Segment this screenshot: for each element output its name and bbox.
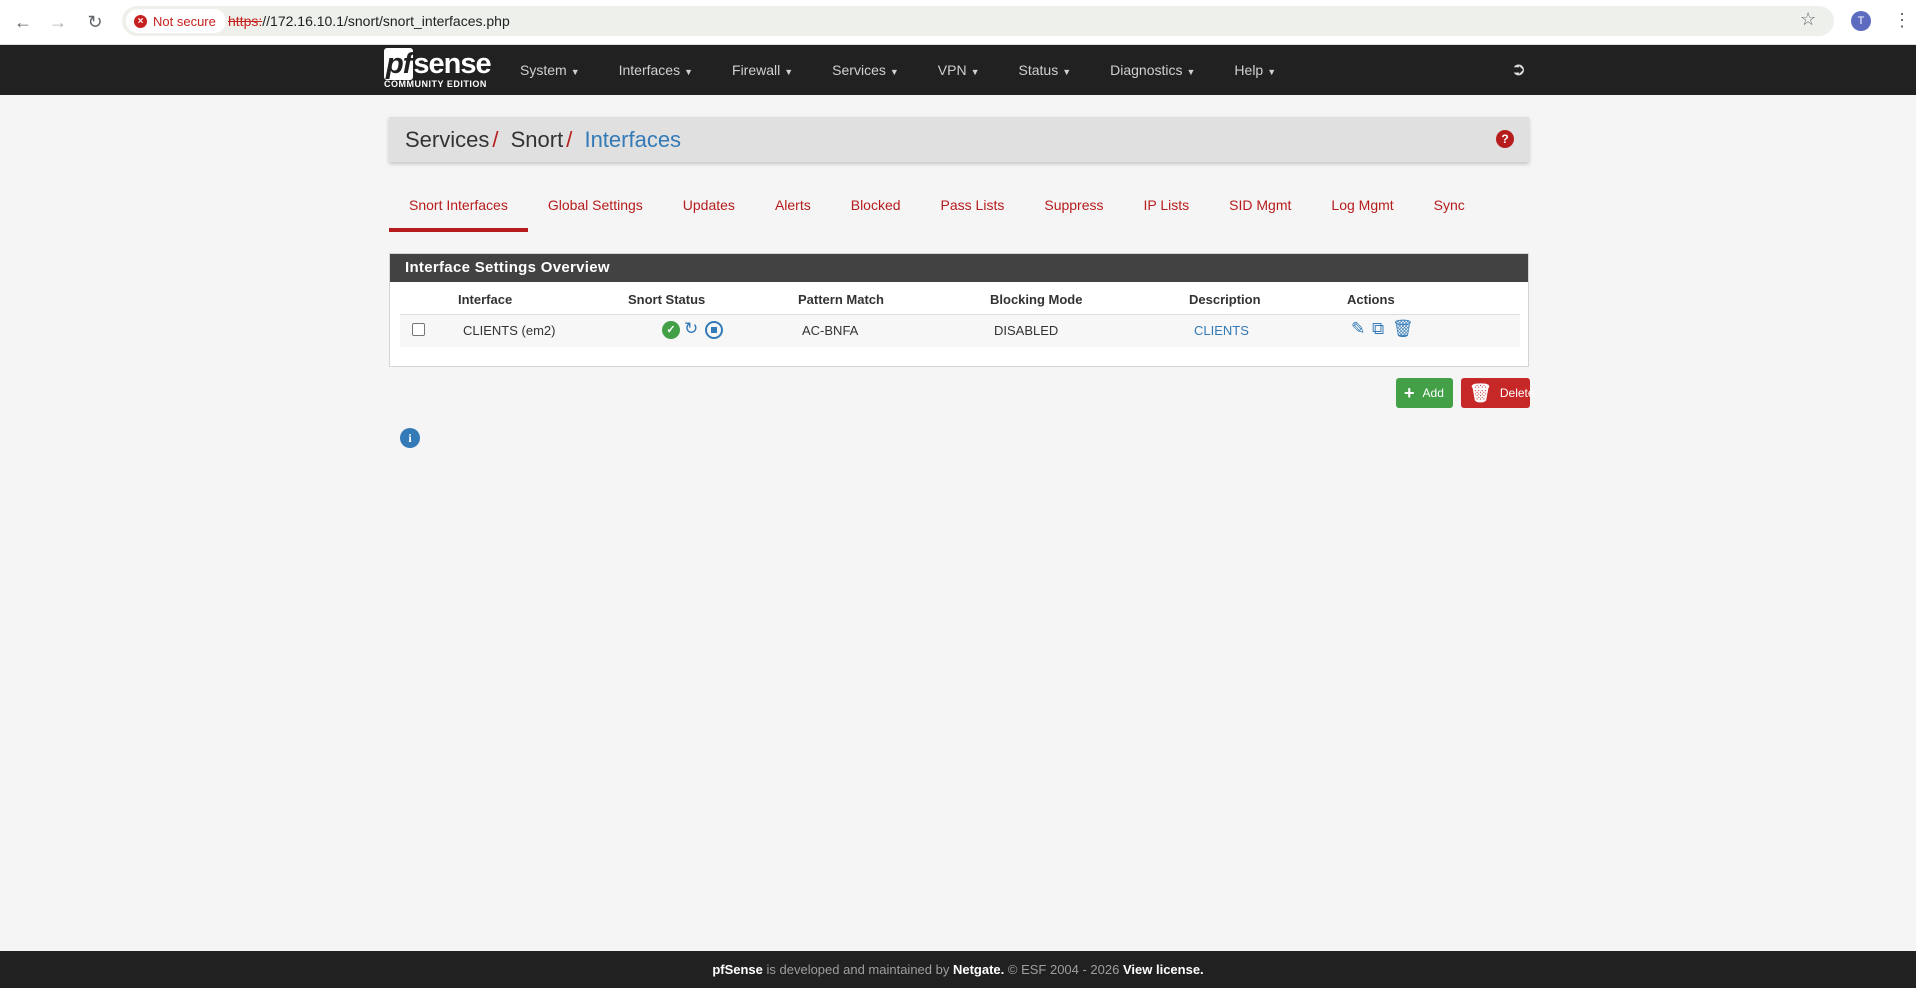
tab-snort-interfaces[interactable]: Snort Interfaces xyxy=(389,186,528,232)
tab-sid-mgmt[interactable]: SID Mgmt xyxy=(1209,186,1311,232)
tab-sync[interactable]: Sync xyxy=(1414,186,1485,232)
footer-company-link[interactable]: Netgate. xyxy=(953,962,1004,977)
reload-icon[interactable]: ↻ xyxy=(84,11,106,33)
column-header-actions: Actions xyxy=(1347,292,1395,307)
security-label: Not secure xyxy=(153,13,216,29)
caret-down-icon: ▼ xyxy=(570,67,580,77)
bookmark-star-icon[interactable]: ☆ xyxy=(1800,9,1816,30)
column-header-description: Description xyxy=(1189,292,1261,307)
pattern-match-cell: AC-BNFA xyxy=(802,323,859,338)
footer-brand: pfSense xyxy=(712,962,763,977)
top-navbar: pfsense COMMUNITY EDITION System ▼ Interf… xyxy=(0,45,1916,95)
delete-button-label: Delete xyxy=(1499,386,1535,400)
delete-button[interactable]: 🗑 Delete xyxy=(1461,378,1535,408)
trash-icon[interactable]: 🗑 xyxy=(1392,320,1414,338)
tab-updates[interactable]: Updates xyxy=(663,186,755,232)
menu-status[interactable]: Status ▼ xyxy=(1019,45,1091,95)
tab-global-settings[interactable]: Global Settings xyxy=(528,186,663,232)
footer-license-link[interactable]: View license. xyxy=(1123,962,1204,977)
tab-log-mgmt[interactable]: Log Mgmt xyxy=(1311,186,1413,232)
main-menu: System ▼ Interfaces ▼ Firewall ▼ Services ▼ … xyxy=(520,45,1315,95)
tab-blocked[interactable]: Blocked xyxy=(831,186,921,232)
security-chip[interactable]: × Not secure xyxy=(126,9,226,33)
tab-bar: Snort Interfaces Global Settings Updates… xyxy=(389,186,1485,232)
panel-title: Interface Settings Overview xyxy=(390,254,1528,282)
column-header-interface: Interface xyxy=(458,292,513,307)
tab-alerts[interactable]: Alerts xyxy=(755,186,831,232)
forward-icon[interactable]: → xyxy=(47,11,69,33)
description-link[interactable]: CLIENTS xyxy=(1194,323,1249,338)
page-footer: pfSense is developed and maintained by N… xyxy=(0,951,1916,988)
menu-help[interactable]: Help ▼ xyxy=(1234,45,1295,95)
interface-settings-panel: Interface Settings Overview Interface Sn… xyxy=(389,253,1529,367)
menu-system[interactable]: System ▼ xyxy=(520,45,599,95)
check-circle-icon: ✓ xyxy=(662,321,680,339)
plus-icon: + xyxy=(1404,382,1415,403)
warning-icon: × xyxy=(134,14,147,28)
caret-down-icon: ▼ xyxy=(1186,67,1196,77)
menu-services[interactable]: Services ▼ xyxy=(832,45,918,95)
copy-icon[interactable]: ⧉ xyxy=(1372,320,1384,338)
breadcrumb-interfaces[interactable]: Interfaces xyxy=(584,127,681,152)
column-header-snort-status: Snort Status xyxy=(628,292,706,307)
pfsense-logo[interactable]: pfsense COMMUNITY EDITION xyxy=(384,48,492,90)
logo-pf: pf xyxy=(384,48,414,80)
help-icon[interactable]: ? xyxy=(1496,130,1514,148)
logo-subtitle: COMMUNITY EDITION xyxy=(384,79,487,89)
tab-pass-lists[interactable]: Pass Lists xyxy=(921,186,1025,232)
breadcrumb-separator: / xyxy=(566,127,573,152)
browser-menu-icon[interactable]: ⋮ xyxy=(1893,10,1911,31)
breadcrumb-services[interactable]: Services xyxy=(405,127,489,152)
caret-down-icon: ▼ xyxy=(684,67,694,77)
logo-sense: sense xyxy=(413,48,491,80)
column-header-pattern-match: Pattern Match xyxy=(798,292,884,307)
trash-icon: 🗑 xyxy=(1469,382,1492,403)
caret-down-icon: ▼ xyxy=(1267,67,1277,77)
menu-interfaces[interactable]: Interfaces ▼ xyxy=(619,45,712,95)
menu-vpn[interactable]: VPN ▼ xyxy=(938,45,999,95)
back-icon[interactable]: ← xyxy=(12,11,34,33)
caret-down-icon: ▼ xyxy=(1062,67,1072,77)
caret-down-icon: ▼ xyxy=(784,67,794,77)
footer-copyright: © ESF 2004 - 2026 xyxy=(1004,962,1123,977)
url-path: //172.16.10.1/snort/snort_interfaces.php xyxy=(262,13,510,29)
breadcrumb-snort[interactable]: Snort xyxy=(511,127,564,152)
footer-text: is developed and maintained by xyxy=(762,962,953,977)
breadcrumb-separator: / xyxy=(492,127,499,152)
caret-down-icon: ▼ xyxy=(970,67,980,77)
caret-down-icon: ▼ xyxy=(889,67,899,77)
url-text[interactable]: https://172.16.10.1/snort/snort_interfac… xyxy=(228,13,510,29)
interface-cell: CLIENTS (em2) xyxy=(463,323,556,338)
profile-avatar[interactable]: T xyxy=(1851,11,1871,31)
breadcrumb: Services / Snort / Interfaces xyxy=(405,127,681,153)
browser-toolbar: ← → ↻ × Not secure https://172.16.10.1/s… xyxy=(0,0,1916,45)
add-button[interactable]: + Add xyxy=(1396,378,1453,408)
tab-ip-lists[interactable]: IP Lists xyxy=(1124,186,1210,232)
logout-icon[interactable]: ➲ xyxy=(1511,59,1526,80)
stop-icon[interactable] xyxy=(705,321,723,339)
info-icon[interactable]: i xyxy=(400,428,420,448)
menu-diagnostics[interactable]: Diagnostics ▼ xyxy=(1110,45,1214,95)
add-button-label: Add xyxy=(1422,386,1444,400)
tab-suppress[interactable]: Suppress xyxy=(1024,186,1123,232)
url-scheme: https: xyxy=(228,13,263,29)
table-row: CLIENTS (em2) ✓ ↻ AC-BNFA DISABLED CLIEN… xyxy=(400,314,1520,347)
menu-firewall[interactable]: Firewall ▼ xyxy=(732,45,812,95)
edit-icon[interactable]: ✎ xyxy=(1351,320,1365,338)
column-header-blocking-mode: Blocking Mode xyxy=(990,292,1083,307)
restart-icon[interactable]: ↻ xyxy=(684,320,698,338)
blocking-mode-cell: DISABLED xyxy=(994,323,1059,338)
address-bar[interactable]: × Not secure https://172.16.10.1/snort/s… xyxy=(122,6,1834,36)
breadcrumb-panel: Services / Snort / Interfaces ? xyxy=(389,117,1529,162)
row-select-checkbox[interactable] xyxy=(412,323,425,336)
